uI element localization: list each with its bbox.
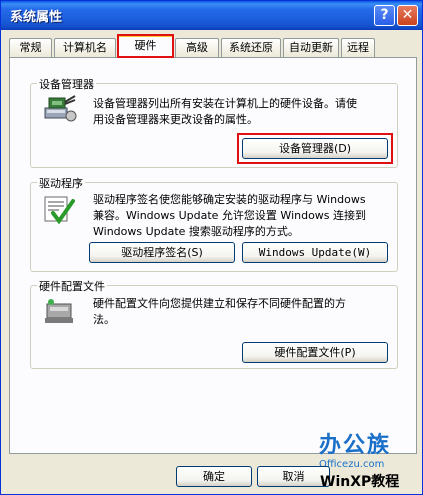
close-button[interactable]: ✕ <box>397 5 418 26</box>
drivers-line-3: Windows Update 搜索驱动程序的方式。 <box>93 225 299 238</box>
watermark-corner: WinXP教程 <box>320 474 400 490</box>
device-manager-icon <box>44 95 77 122</box>
hardware-profiles-line-1: 硬件配置文件向您提供建立和保存不同硬件配置的方 <box>93 297 346 310</box>
tab-remote[interactable]: 远程 <box>341 38 375 57</box>
drivers-description: 驱动程序签名使您能够确定安装的驱动程序与 Windows 兼容。Windows … <box>93 192 366 240</box>
hardware-profiles-group: 硬件配置文件 硬件配置文件向您提供建立和保存不同硬件配置的方 法。 硬件配置文件… <box>30 278 398 369</box>
tab-automatic-updates[interactable]: 自动更新 <box>283 38 339 57</box>
device-manager-line-1: 设备管理器列出所有安装在计算机上的硬件设备。请使 <box>93 97 357 110</box>
device-manager-line-2: 用设备管理器来更改设备的属性。 <box>93 113 258 126</box>
windows-update-button[interactable]: Windows Update(W) <box>242 242 388 263</box>
hardware-profiles-button[interactable]: 硬件配置文件(P) <box>242 342 388 363</box>
tab-hardware[interactable]: 硬件 <box>118 35 173 58</box>
driver-signing-icon <box>44 196 75 225</box>
title-bar[interactable]: 系统属性 ? ✕ <box>1 1 422 30</box>
watermark-logo: 办公族 Officezu.com <box>319 427 391 470</box>
tab-computer-name[interactable]: 计算机名 <box>54 38 116 57</box>
drivers-group: 驱动程序 驱动程序签名使您能够确定安装的驱动程序与 Windows 兼容。Win… <box>30 175 398 272</box>
help-button[interactable]: ? <box>374 5 395 26</box>
drivers-line-2: 兼容。Windows Update 允许您设置 Windows 连接到 <box>93 209 367 222</box>
hardware-profiles-description: 硬件配置文件向您提供建立和保存不同硬件配置的方 法。 <box>93 296 346 328</box>
tab-system-restore[interactable]: 系统还原 <box>221 38 281 57</box>
hardware-profiles-line-2: 法。 <box>93 313 115 326</box>
drivers-line-1: 驱动程序签名使您能够确定安装的驱动程序与 Windows <box>93 193 366 206</box>
device-manager-description: 设备管理器列出所有安装在计算机上的硬件设备。请使 用设备管理器来更改设备的属性。 <box>93 96 357 128</box>
tab-general[interactable]: 常规 <box>9 38 52 57</box>
driver-signing-button[interactable]: 驱动程序签名(S) <box>89 242 235 263</box>
hardware-profiles-heading: 硬件配置文件 <box>37 278 107 294</box>
device-manager-heading: 设备管理器 <box>37 76 96 92</box>
tab-advanced[interactable]: 高级 <box>175 38 219 57</box>
tab-panel: 设备管理器 设备管理器列出所有安装在计算机上的硬件设备。请使 用设备管理器来更改… <box>9 57 417 454</box>
drivers-heading: 驱动程序 <box>37 175 85 191</box>
hardware-profile-icon <box>45 299 73 323</box>
ok-button[interactable]: 确定 <box>176 466 252 487</box>
device-manager-group: 设备管理器 设备管理器列出所有安装在计算机上的硬件设备。请使 用设备管理器来更改… <box>30 76 398 168</box>
device-manager-button[interactable]: 设备管理器(D) <box>242 138 388 159</box>
tab-strip: 常规 计算机名 硬件 高级 系统还原 自动更新 远程 <box>9 35 419 58</box>
system-properties-window: 系统属性 ? ✕ 常规 计算机名 硬件 高级 系统还原 自动更新 远程 设备管理… <box>0 0 423 495</box>
watermark-brand: 办公族 <box>319 433 392 458</box>
window-title: 系统属性 <box>10 10 63 25</box>
